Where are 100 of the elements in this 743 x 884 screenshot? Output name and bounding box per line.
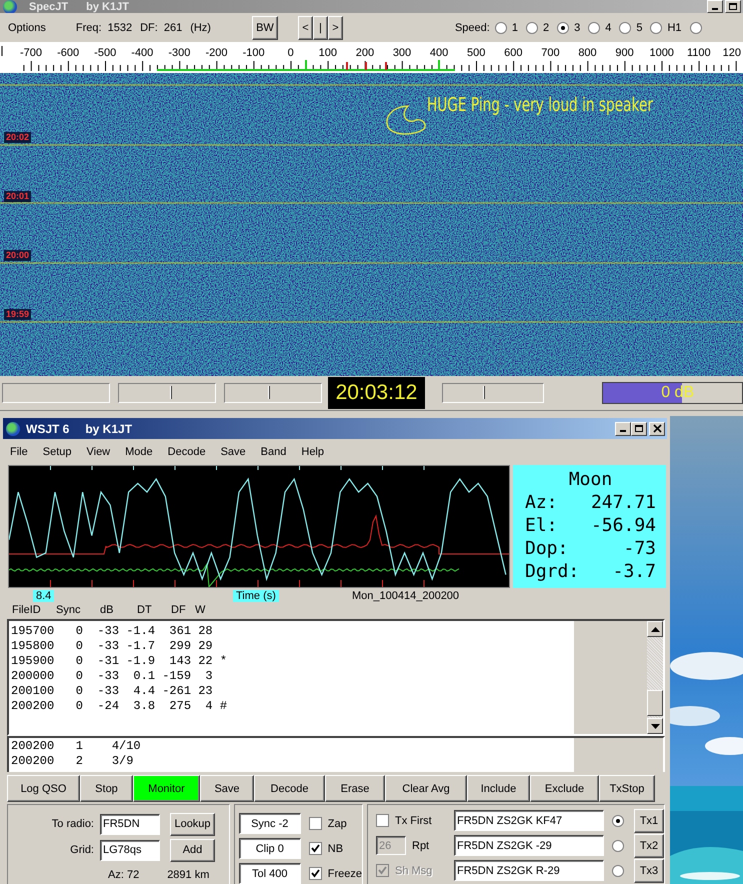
time-label: 20:00 [4, 250, 32, 261]
slider[interactable] [442, 383, 544, 403]
to-radio-label: To radio: [50, 818, 94, 830]
minimize-button[interactable] [707, 0, 723, 13]
menu-item[interactable]: View [86, 446, 110, 458]
checkbox[interactable] [308, 817, 322, 830]
decoder-field[interactable]: Sync -2 [238, 813, 301, 834]
action-button[interactable]: Log QSO [7, 775, 80, 802]
scale-label: 800 [578, 47, 597, 59]
menu-item[interactable]: Band [260, 446, 286, 458]
options-menu[interactable]: Options [8, 22, 46, 34]
scrollbar[interactable] [647, 621, 663, 734]
moon-label: Az: [525, 491, 558, 514]
message-field[interactable]: FR5DN ZS2GK KF47 [454, 810, 604, 831]
decode-line: 195900 0 -31 -1.9 143 22 * [11, 654, 228, 669]
scale-label: 500 [467, 47, 486, 59]
message-radio[interactable] [612, 840, 624, 852]
scale-label: 200 [356, 47, 374, 59]
add-button[interactable]: Add [170, 838, 215, 862]
window-subtitle: by K1JT [86, 0, 129, 12]
moon-value: -3.7 [612, 560, 656, 583]
close-button[interactable] [649, 422, 665, 436]
speed-radio[interactable] [619, 22, 632, 34]
scale-label: 120 [722, 47, 741, 59]
speed-radio[interactable] [690, 22, 702, 34]
menu-item[interactable]: Setup [42, 446, 72, 458]
action-button[interactable]: Monitor [133, 775, 200, 802]
speed-radio[interactable] [650, 22, 662, 34]
scale-label: 1000 [649, 47, 674, 59]
decoder-field[interactable]: Tol 400 [238, 863, 301, 884]
freq-value: 1532 [108, 22, 132, 34]
scale-label: 100 [318, 47, 337, 59]
menu-item[interactable]: File [10, 446, 28, 458]
message-radio[interactable] [612, 814, 624, 826]
action-button[interactable]: Save [200, 775, 254, 802]
bw-button[interactable]: BW [252, 16, 278, 40]
speed-radio[interactable] [494, 22, 507, 34]
message-field[interactable]: FR5DN ZS2GK R-29 [454, 860, 604, 881]
menu-item[interactable]: Help [301, 446, 324, 458]
maximize-button[interactable] [631, 422, 647, 436]
action-button[interactable]: TxStop [599, 775, 655, 802]
globe-icon [6, 422, 20, 436]
nav-button[interactable]: < [298, 16, 313, 40]
clock-display: 20:03:12 [328, 377, 426, 409]
report-label: Rpt [412, 840, 430, 852]
scale-label: -300 [168, 47, 190, 59]
checkbox[interactable] [308, 842, 322, 855]
check-icon [310, 844, 320, 853]
scale-label: 600 [504, 47, 522, 59]
checkbox[interactable] [376, 814, 389, 827]
tx-button[interactable]: Tx2 [634, 834, 664, 858]
speed-option: 4 [605, 22, 612, 34]
time-label: 20:01 [4, 191, 32, 202]
scale-label: -700 [20, 47, 42, 59]
speed-option: 3 [574, 22, 580, 34]
column-header: dB [100, 604, 114, 616]
menu-item[interactable]: Decode [168, 446, 206, 458]
checkbox-label: Freeze [328, 868, 362, 880]
decode-line: 200200 0 -24 3.8 275 4 # [11, 699, 228, 714]
speed-radio[interactable] [526, 22, 538, 34]
action-button[interactable]: Exclude [530, 775, 599, 802]
plot-value: 8.4 [33, 590, 54, 602]
maximize-button[interactable] [725, 0, 741, 13]
action-button[interactable]: Include [467, 775, 530, 802]
action-button[interactable]: Clear Avg [385, 775, 467, 802]
scale-label: 300 [392, 47, 412, 59]
signal-marker [346, 62, 387, 70]
slider[interactable] [224, 383, 322, 403]
message-radio[interactable] [612, 864, 624, 876]
action-button[interactable]: Stop [80, 775, 133, 802]
speed-option: H1 [667, 22, 682, 34]
tx-button[interactable]: Tx3 [634, 858, 664, 882]
message-field[interactable]: FR5DN ZS2GK -29 [454, 835, 604, 856]
grid-field[interactable]: LG78qs [100, 840, 160, 860]
scale-label: -100 [242, 47, 265, 59]
action-button[interactable]: Erase [325, 775, 385, 802]
lookup-button[interactable]: Lookup [170, 812, 215, 836]
menu-item[interactable]: Save [220, 446, 246, 458]
grid-label: Grid: [69, 844, 94, 856]
speed-radio[interactable] [557, 22, 570, 34]
speed-radio[interactable] [588, 22, 600, 34]
menu-item[interactable]: Mode [125, 446, 153, 458]
checkbox-label: NB [328, 842, 344, 854]
nav-button[interactable]: > [328, 16, 343, 40]
moon-value: -56.94 [590, 514, 656, 537]
time-label: 20:02 [4, 132, 32, 143]
moon-label: Dop: [525, 537, 568, 560]
minimize-button[interactable] [615, 422, 631, 436]
action-button[interactable]: Decode [254, 775, 325, 802]
decoder-field[interactable]: Clip 0 [238, 838, 301, 859]
scale-label: 0 [288, 47, 294, 59]
df-label: DF: [140, 22, 158, 34]
nav-button[interactable]: | [312, 16, 328, 40]
checkbox-label: Zap [328, 818, 347, 830]
scrollbar-thumb[interactable] [647, 690, 663, 716]
window-title: WSJT 6 [26, 422, 70, 436]
callsign-field[interactable]: FR5DN [100, 814, 160, 834]
checkbox[interactable] [308, 867, 322, 880]
tx-button[interactable]: Tx1 [634, 808, 664, 832]
slider[interactable] [118, 383, 216, 403]
